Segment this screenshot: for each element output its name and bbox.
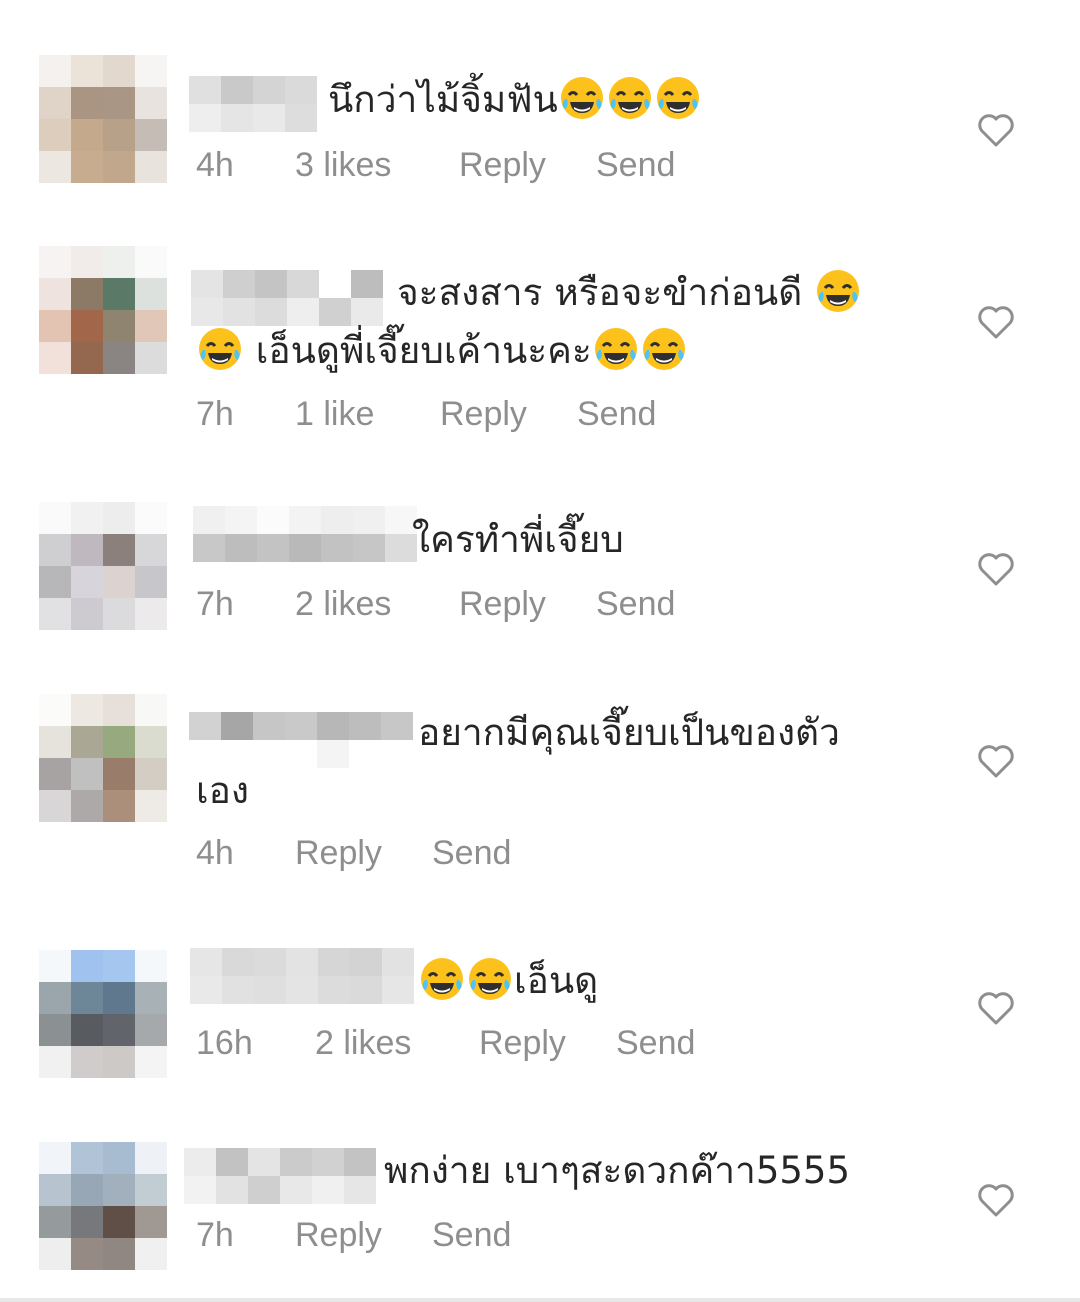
send-button[interactable]: Send [432, 1216, 511, 1255]
face-with-tears-of-joy-icon [608, 77, 651, 119]
heart-icon[interactable] [976, 741, 1016, 781]
comment-time: 7h [196, 1216, 234, 1254]
comment-body: พกง่าย เบาๆสะดวกค๊าา5555 [384, 1149, 850, 1192]
comment-text: อยากมีคุณเจี๊ยบเป็นของตัว [418, 704, 840, 762]
heart-icon[interactable] [976, 302, 1016, 342]
comment-body-line2: เอง [196, 769, 249, 812]
face-with-tears-of-joy-icon [199, 328, 241, 370]
reply-button[interactable]: Reply [479, 1024, 616, 1063]
username-blurred[interactable] [193, 506, 417, 562]
likes-count[interactable]: 3 likes [295, 146, 459, 185]
comment-meta: 4h 3 likes Reply Send [196, 146, 675, 185]
send-button[interactable]: Send [596, 146, 675, 185]
comment-time: 16h [196, 1024, 253, 1062]
face-with-tears-of-joy-icon [560, 77, 603, 119]
reply-button[interactable]: Reply [295, 1216, 432, 1255]
comment-body: จะสงสาร หรือจะขำก่อนดี [397, 271, 803, 314]
comment-text: นึกว่าไม้จิ้มฟัน [328, 71, 702, 129]
heart-icon[interactable] [976, 1180, 1016, 1220]
likes-count[interactable]: 2 likes [315, 1024, 479, 1063]
comment-meta: 4h Reply Send [196, 834, 511, 873]
face-with-tears-of-joy-icon [656, 77, 699, 119]
comment-time: 4h [196, 834, 234, 872]
reply-button[interactable]: Reply [459, 146, 596, 185]
comment-text-line2: เอ็นดูพี่เจี๊ยบเค้านะคะ [196, 322, 688, 380]
likes-count[interactable]: 2 likes [295, 585, 459, 624]
avatar[interactable] [39, 246, 167, 374]
face-with-tears-of-joy-icon [469, 958, 511, 1000]
username-blurred[interactable] [189, 76, 317, 132]
username-blurred[interactable] [189, 712, 413, 768]
avatar[interactable] [39, 1142, 167, 1270]
comment-time: 7h [196, 395, 234, 433]
send-button[interactable]: Send [616, 1024, 695, 1063]
comment-body-line2: เอ็นดูพี่เจี๊ยบเค้านะคะ [244, 329, 592, 372]
heart-icon[interactable] [976, 549, 1016, 589]
comment-body: อยากมีคุณเจี๊ยบเป็นของตัว [418, 711, 840, 754]
comment-body: ใครทำพี่เจี๊ยบ [412, 518, 624, 561]
comment-body: เอ็นดู [514, 959, 599, 1002]
username-blurred[interactable] [190, 948, 414, 1004]
send-button[interactable]: Send [577, 395, 656, 434]
comment-meta: 7h Reply Send [196, 1216, 511, 1255]
heart-icon[interactable] [976, 110, 1016, 150]
bottom-divider [0, 1298, 1080, 1302]
comment-time: 7h [196, 585, 234, 623]
comment-time: 4h [196, 146, 234, 184]
comment-text: ใครทำพี่เจี๊ยบ [412, 511, 624, 569]
avatar[interactable] [39, 55, 167, 183]
reply-button[interactable]: Reply [440, 395, 577, 434]
reply-button[interactable]: Reply [459, 585, 596, 624]
username-blurred[interactable] [184, 1148, 376, 1204]
avatar[interactable] [39, 694, 167, 822]
face-with-tears-of-joy-icon [594, 328, 637, 370]
likes-count[interactable]: 1 like [295, 395, 440, 434]
username-blurred[interactable] [191, 270, 383, 326]
comment-text: พกง่าย เบาๆสะดวกค๊าา5555 [384, 1142, 850, 1200]
comment-body: นึกว่าไม้จิ้มฟัน [328, 78, 558, 121]
comment-text: เอ็นดู [418, 952, 598, 1010]
face-with-tears-of-joy-icon [817, 270, 860, 312]
send-button[interactable]: Send [596, 585, 675, 624]
comment-meta: 16h 2 likes Reply Send [196, 1024, 695, 1063]
send-button[interactable]: Send [432, 834, 511, 873]
face-with-tears-of-joy-icon [421, 958, 463, 1000]
face-with-tears-of-joy-icon [642, 328, 685, 370]
comment-meta: 7h 2 likes Reply Send [196, 585, 675, 624]
reply-button[interactable]: Reply [295, 834, 432, 873]
avatar[interactable] [39, 502, 167, 630]
avatar[interactable] [39, 950, 167, 1078]
comment-text-line2: เอง [196, 762, 249, 820]
comment-text: จะสงสาร หรือจะขำก่อนดี [397, 264, 862, 322]
heart-icon[interactable] [976, 988, 1016, 1028]
comment-meta: 7h 1 like Reply Send [196, 395, 656, 434]
